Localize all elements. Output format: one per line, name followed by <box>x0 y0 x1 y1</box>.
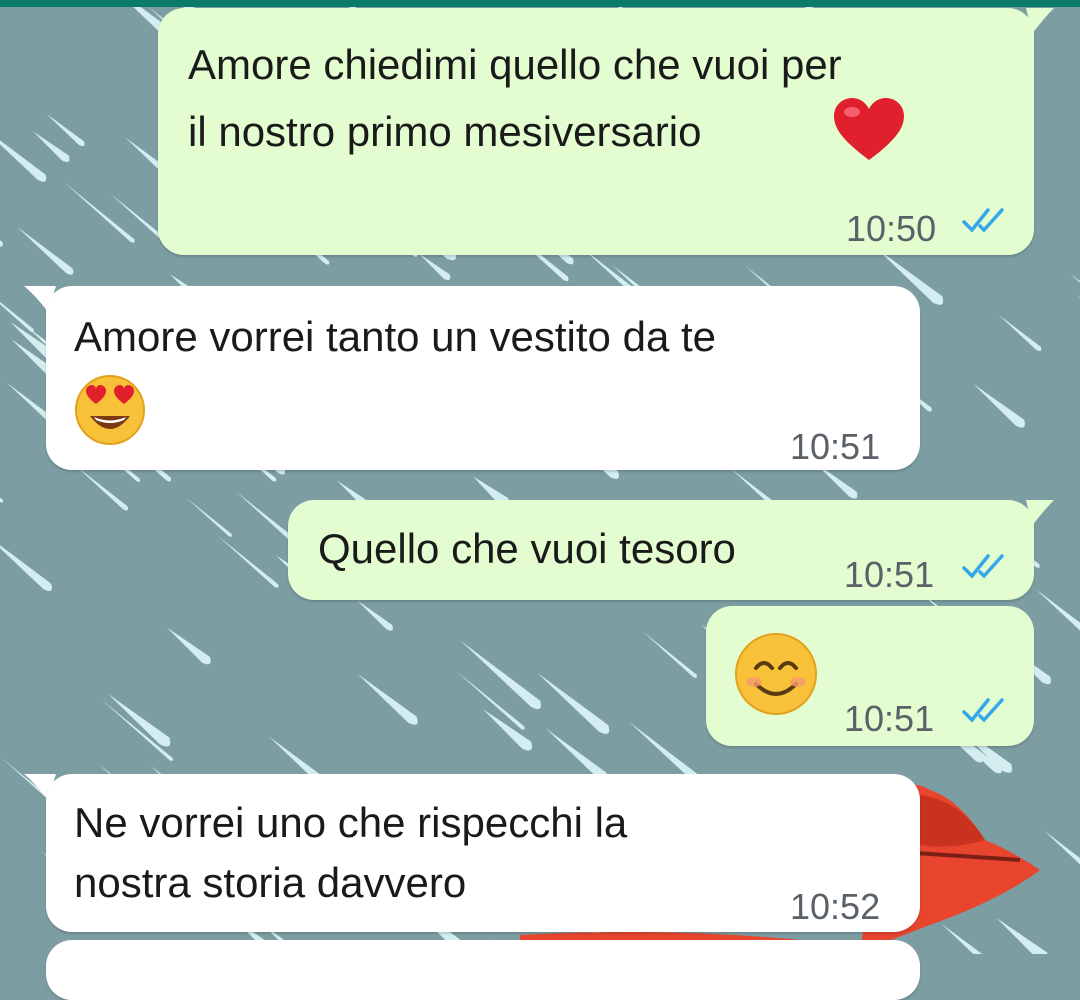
message-time: 10:52 <box>790 886 881 927</box>
bubble-tail <box>1026 500 1054 526</box>
message-bubble-outgoing[interactable]: Amore chiedimi quello che vuoi per il no… <box>158 8 1034 255</box>
read-receipt-icon <box>962 554 1004 579</box>
message-bubble-incoming-partial[interactable] <box>46 940 920 1000</box>
message-text: Ne vorrei uno che rispecchi la <box>74 799 628 846</box>
message-time: 10:50 <box>846 208 937 249</box>
heart-eyes-emoji <box>75 375 145 445</box>
message-text: Amore chiedimi quello che vuoi per <box>188 41 842 88</box>
message-text: Amore vorrei tanto un vestito da te <box>74 313 716 360</box>
message-text: Quello che vuoi tesoro <box>318 525 736 572</box>
message-time: 10:51 <box>844 554 935 595</box>
message-time: 10:51 <box>844 698 935 739</box>
app-header-edge <box>0 0 1080 7</box>
bubble-tail <box>1026 8 1054 34</box>
read-receipt-icon <box>962 208 1004 233</box>
message-bubble-incoming[interactable]: Amore vorrei tanto un vestito da te 10:5… <box>46 286 920 470</box>
message-text: il nostro primo mesiversario <box>188 108 702 155</box>
heart-emoji <box>834 98 904 160</box>
read-receipt-icon <box>962 698 1004 723</box>
message-bubble-incoming[interactable]: Ne vorrei uno che rispecchi la nostra st… <box>46 774 920 932</box>
message-time: 10:51 <box>790 426 881 467</box>
message-text: nostra storia davvero <box>74 859 467 906</box>
smiling-face-emoji <box>735 633 817 715</box>
message-bubble-outgoing[interactable]: 10:51 <box>706 606 1034 746</box>
message-bubble-outgoing[interactable]: Quello che vuoi tesoro 10:51 <box>288 500 1034 600</box>
